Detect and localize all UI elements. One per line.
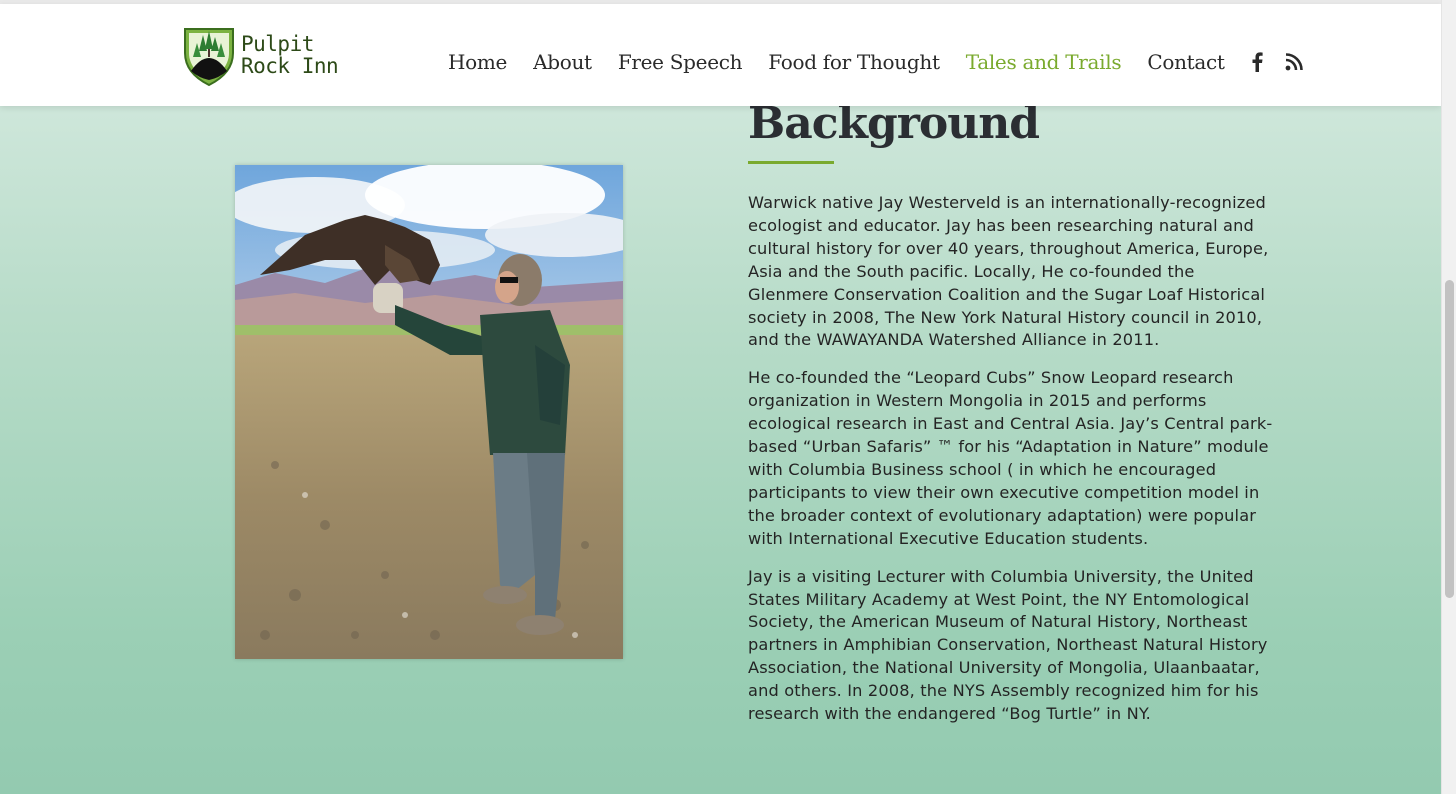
main-nav: Home About Free Speech Food for Thought … xyxy=(448,34,1325,90)
nav-item-about[interactable]: About xyxy=(533,50,592,74)
profile-photo xyxy=(235,165,623,659)
paragraph-3: Jay is a visiting Lecturer with Columbia… xyxy=(748,566,1268,724)
nav-item-contact[interactable]: Contact xyxy=(1147,50,1225,74)
pulpit-rock-shield-icon xyxy=(184,28,234,87)
paragraph-2: He co-founded the “Leopard Cubs” Snow Le… xyxy=(748,368,1273,548)
facebook-icon[interactable] xyxy=(1251,52,1263,72)
nav-item-home[interactable]: Home xyxy=(448,50,507,74)
section-body: Warwick native Jay Westerveld is an inte… xyxy=(748,192,1278,741)
rss-icon[interactable] xyxy=(1285,53,1303,71)
nav-item-tales-and-trails[interactable]: Tales and Trails xyxy=(966,50,1122,74)
scrollbar-thumb[interactable] xyxy=(1445,280,1454,598)
site-logo[interactable]: Pulpit Rock Inn xyxy=(181,22,351,88)
site-header: Pulpit Rock Inn Home About Free Speech F… xyxy=(0,4,1441,106)
page-scrollbar[interactable] xyxy=(1441,0,1456,794)
nav-item-free-speech[interactable]: Free Speech xyxy=(618,50,743,74)
site-logo-text: Pulpit Rock Inn xyxy=(241,32,339,78)
paragraph-1: Warwick native Jay Westerveld is an inte… xyxy=(748,193,1269,350)
logo-line-2: Rock Inn xyxy=(241,54,339,78)
page: Pulpit Rock Inn Home About Free Speech F… xyxy=(0,0,1441,794)
logo-line-1: Pulpit xyxy=(241,32,314,56)
nav-item-food-for-thought[interactable]: Food for Thought xyxy=(768,50,940,74)
section-title-underline xyxy=(748,161,834,164)
